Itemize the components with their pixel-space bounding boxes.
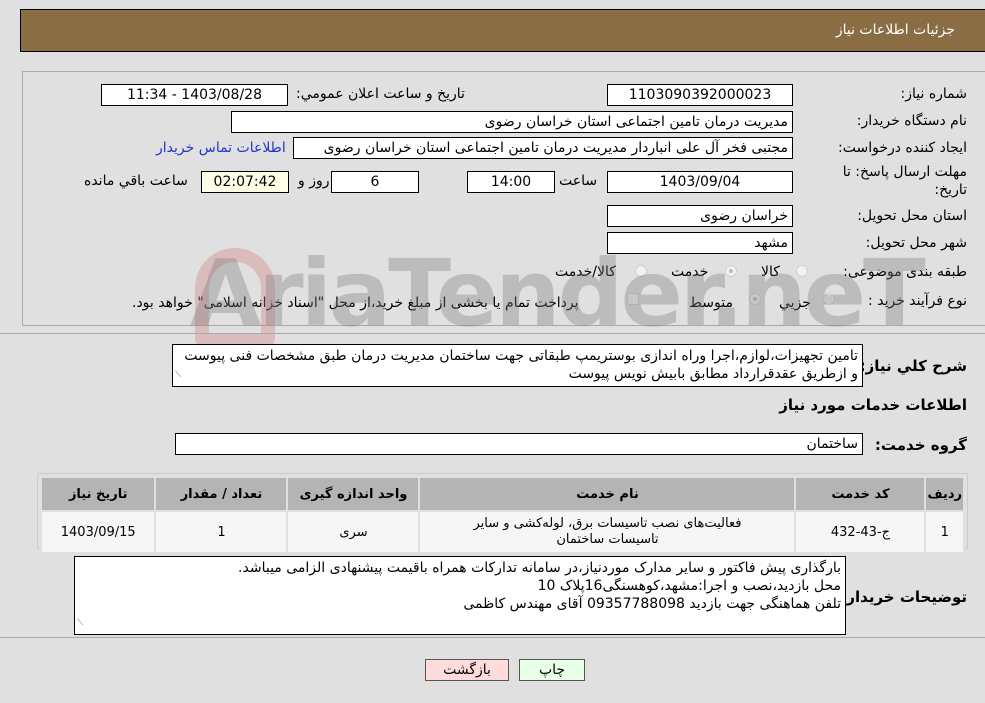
- announce-datetime-field: 1403/08/28 - 11:34: [101, 84, 288, 106]
- row-date: 1403/09/15: [39, 510, 157, 554]
- process-label: نوع فرآیند خرید :: [868, 293, 967, 309]
- city-label: شهر محل تحویل:: [865, 235, 967, 251]
- row-unit: سری: [286, 510, 421, 554]
- province-field: خراسان رضوی: [607, 205, 793, 227]
- row-code: ج-43-432: [794, 510, 927, 554]
- need-number-field: 1103090392000023: [607, 84, 793, 106]
- table-header-row: ردیف کد خدمت نام خدمت واحد اندازه گیری ت…: [39, 476, 965, 512]
- need-info-panel: [22, 71, 985, 326]
- buyer-org-label: نام دستگاه خریدار:: [856, 113, 967, 129]
- resize-grip-icon[interactable]: ⟋: [175, 366, 181, 384]
- col-qty: تعداد / مقدار: [154, 476, 289, 512]
- page-title: جزئیات اطلاعات نیاز: [835, 22, 955, 38]
- service-group-label: گروه خدمت:: [874, 436, 967, 454]
- row-name: فعالیت‌های نصب تاسیسات برق، لوله‌کشی و س…: [418, 510, 797, 554]
- deadline-label: مهلت ارسال پاسخ: تا: [842, 164, 967, 180]
- category-option-goods: کالا: [761, 264, 780, 280]
- page-header: جزئیات اطلاعات نیاز: [20, 9, 985, 52]
- category-option-service: خدمت: [671, 264, 709, 280]
- treasury-checkbox[interactable]: [627, 293, 639, 305]
- days-label: روز و: [298, 173, 330, 189]
- back-button[interactable]: بازگشت: [425, 659, 509, 681]
- description-label: شرح كلي نياز:: [859, 357, 967, 375]
- buyer-notes-textarea[interactable]: بارگذاری پیش فاکتور و سایر مدارک موردنیا…: [74, 556, 846, 635]
- services-table: ردیف کد خدمت نام خدمت واحد اندازه گیری ت…: [39, 476, 965, 554]
- description-textarea[interactable]: تامین تجهیزات،لوازم،اجرا وراه اندازی بوس…: [172, 344, 863, 387]
- category-radio-service[interactable]: [725, 265, 737, 277]
- buyer-notes-line: تلفن هماهنگی جهت بازدید 09357788098 آقای…: [463, 596, 841, 612]
- process-radio-minor[interactable]: [823, 293, 835, 305]
- category-option-goods-service: کالا/خدمت: [555, 264, 616, 280]
- col-name: نام خدمت: [418, 476, 797, 512]
- deadline-label-date: تاریخ:: [934, 182, 967, 198]
- buyer-contact-link[interactable]: اطلاعات تماس خریدار: [156, 140, 286, 156]
- process-option-medium: متوسط: [689, 295, 733, 311]
- remaining-time-label: ساعت باقي مانده: [84, 173, 188, 189]
- resize-grip-icon[interactable]: ⟋: [77, 614, 83, 632]
- buyer-notes-line: محل بازدید،نصب و اجرا:مشهد،کوهسنگی16پلاک…: [537, 578, 841, 594]
- row-qty: 1: [154, 510, 289, 554]
- announce-label: تاريخ و ساعت اعلان عمومي:: [296, 86, 465, 102]
- table-row: 1 ج-43-432 فعالیت‌های نصب تاسیسات برق، ل…: [39, 510, 965, 554]
- services-section-title: اطلاعات خدمات مورد نیاز: [779, 396, 967, 414]
- buyer-notes-line: بارگذاری پیش فاکتور و سایر مدارک موردنیا…: [238, 560, 841, 576]
- col-date: تاریخ نیاز: [39, 476, 157, 512]
- col-code: کد خدمت: [794, 476, 927, 512]
- description-text: تامین تجهیزات،لوازم،اجرا وراه اندازی بوس…: [184, 348, 858, 382]
- category-label: طبقه بندی موضوعی:: [843, 264, 967, 280]
- process-radio-medium[interactable]: [749, 293, 761, 305]
- deadline-time-label: ساعت: [559, 173, 598, 189]
- city-field: مشهد: [607, 232, 793, 254]
- col-unit: واحد اندازه گیری: [286, 476, 421, 512]
- category-radio-goods[interactable]: [796, 265, 808, 277]
- row-index: 1: [924, 510, 965, 554]
- creator-label: ایجاد کننده درخواست:: [838, 140, 967, 156]
- deadline-time-field: 14:00: [467, 171, 555, 193]
- deadline-date-field: 1403/09/04: [607, 171, 793, 193]
- buyer-notes-label: توضیحات خریدار:: [840, 588, 967, 606]
- days-remaining-field: 6: [331, 171, 419, 193]
- print-button[interactable]: چاپ: [519, 659, 585, 681]
- buyer-org-field: مدیریت درمان تامین اجتماعی استان خراسان …: [231, 111, 793, 133]
- service-group-field: ساختمان: [175, 433, 863, 455]
- category-radio-goods-service[interactable]: [635, 265, 647, 277]
- col-index: ردیف: [924, 476, 965, 512]
- treasury-note: پرداخت تمام یا بخشی از مبلغ خرید،از محل …: [132, 295, 579, 311]
- remaining-time-field: 02:07:42: [201, 171, 289, 193]
- need-number-label: شماره نیاز:: [900, 86, 968, 102]
- province-label: استان محل تحویل:: [857, 208, 967, 224]
- creator-field: مجتبی فخر آل علی انباردار مدیریت درمان ت…: [293, 137, 793, 159]
- process-option-minor: جزيي: [779, 295, 811, 311]
